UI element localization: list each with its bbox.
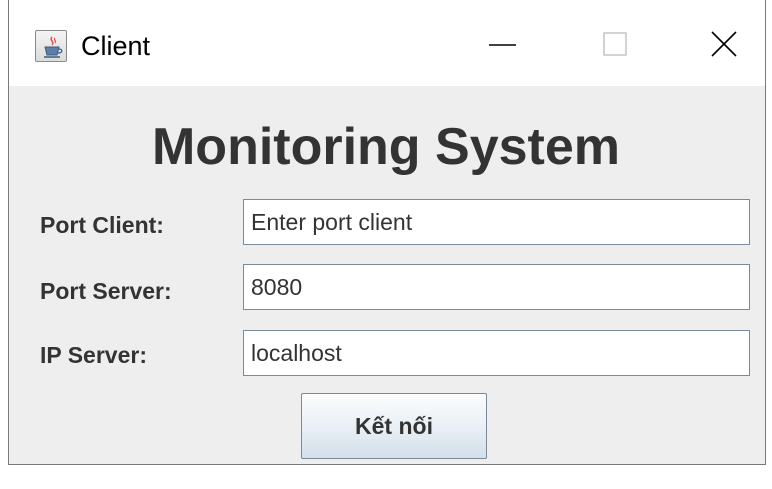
ip-server-label: IP Server: (40, 342, 147, 368)
client-window: Client Monitoring System Port Client: Po… (0, 0, 772, 489)
port-server-input[interactable] (243, 264, 750, 310)
ip-server-input[interactable] (243, 330, 750, 376)
title-bar[interactable]: Client (9, 0, 765, 86)
maximize-button[interactable] (580, 20, 650, 70)
port-client-input[interactable] (243, 199, 750, 245)
window-title: Client (81, 31, 151, 61)
page-title: Monitoring System (151, 118, 621, 176)
minimize-icon (489, 44, 516, 46)
content-panel: Monitoring System Port Client: Port Serv… (9, 86, 765, 464)
java-cup-icon (35, 30, 67, 62)
close-icon (711, 31, 737, 57)
maximize-icon (603, 32, 627, 56)
window-border-bottom (8, 464, 766, 465)
port-server-label: Port Server: (40, 278, 172, 304)
connect-button[interactable]: Kết nối (301, 393, 487, 459)
window-border-right (765, 0, 766, 465)
minimize-button[interactable] (468, 20, 538, 70)
close-button[interactable] (689, 20, 759, 70)
port-client-label: Port Client: (40, 212, 164, 238)
